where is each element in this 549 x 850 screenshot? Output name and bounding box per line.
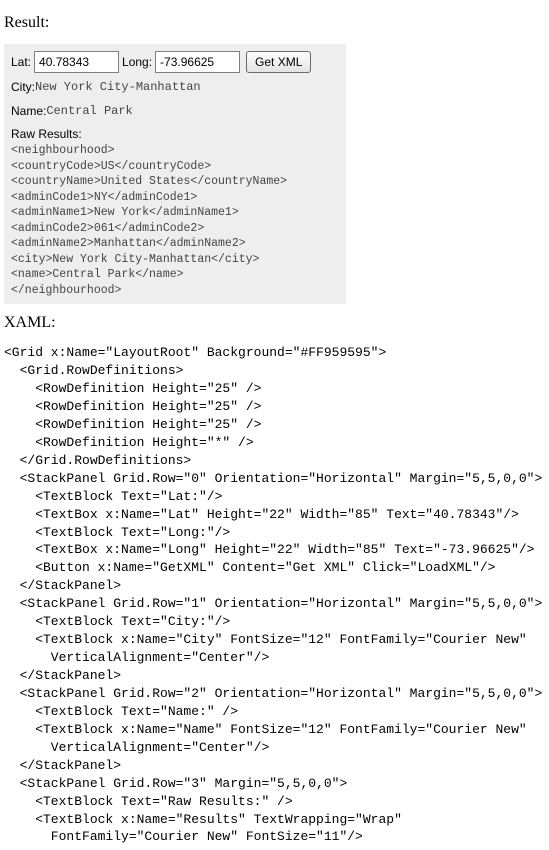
city-value: New York City-Manhattan	[35, 80, 201, 94]
result-heading: Result:	[4, 14, 545, 32]
xaml-heading: XAML:	[4, 314, 545, 332]
row-city: City: New York City-Manhattan	[11, 77, 339, 97]
lat-input[interactable]	[34, 51, 119, 73]
raw-results-label: Raw Results:	[11, 127, 339, 141]
row-coords: Lat: Long: Get XML	[11, 51, 339, 73]
name-value: Central Park	[46, 104, 132, 118]
long-label: Long:	[122, 55, 152, 69]
raw-results-text: <neighbourhood> <countryCode>US</country…	[11, 143, 339, 298]
city-label: City:	[11, 80, 35, 94]
get-xml-button[interactable]: Get XML	[246, 51, 311, 73]
app-panel: Lat: Long: Get XML City: New York City-M…	[4, 44, 346, 304]
raw-results-block: Raw Results: <neighbourhood> <countryCod…	[11, 127, 339, 298]
long-input[interactable]	[155, 51, 240, 73]
xaml-code-block: <Grid x:Name="LayoutRoot" Background="#F…	[4, 344, 545, 846]
name-label: Name:	[11, 104, 46, 118]
lat-label: Lat:	[11, 55, 31, 69]
row-name: Name: Central Park	[11, 101, 339, 121]
